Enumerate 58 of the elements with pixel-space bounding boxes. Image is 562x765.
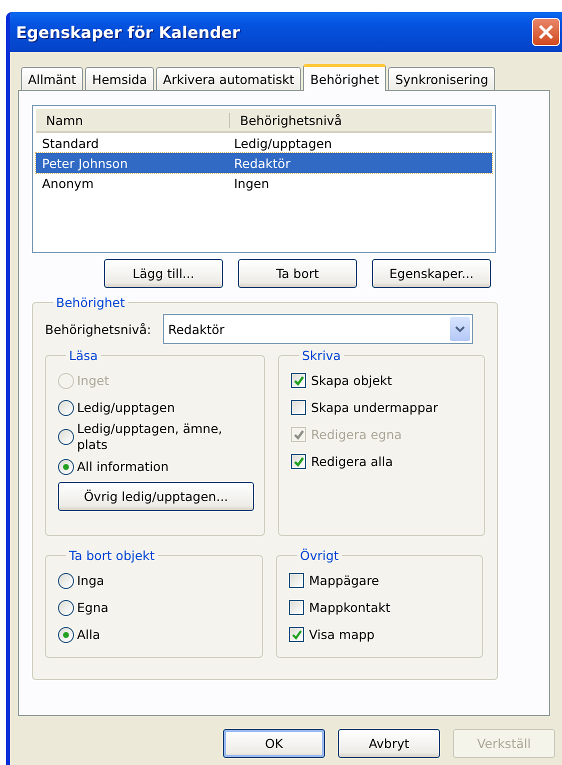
checkbox[interactable]: [291, 373, 306, 388]
checkbox[interactable]: [291, 454, 306, 469]
dialog-button[interactable]: OK: [223, 729, 325, 758]
tab[interactable]: Synkronisering: [388, 67, 496, 90]
column-header[interactable]: Namn: [36, 112, 230, 128]
option-label: Mappkontakt: [309, 600, 390, 616]
radio-button[interactable]: [58, 458, 74, 474]
level-cell-text: Redaktör: [233, 156, 290, 170]
radio-button[interactable]: [58, 400, 74, 416]
close-icon: [537, 23, 555, 41]
level-cell-text: Ledig/upptagen: [233, 136, 332, 150]
free-busy-button[interactable]: Övrig ledig/upptagen...: [58, 482, 254, 511]
name-cell-text: Standard: [41, 136, 100, 150]
radio-button[interactable]: [58, 600, 74, 616]
list-button[interactable]: Ta bort: [238, 259, 357, 288]
option-label: Inga: [77, 572, 104, 588]
tab[interactable]: Hemsida: [85, 67, 154, 90]
option-label: Ledig/upptagen: [77, 400, 175, 416]
option-label: All information: [77, 458, 169, 474]
group-title: Läsa: [68, 348, 99, 363]
group-title: Behörighet: [55, 295, 126, 310]
name-cell-text: Peter Johnson: [41, 156, 129, 170]
list-row[interactable]: Standard Ledig/upptagen: [36, 133, 492, 153]
option-label: Redigera egna: [311, 426, 402, 442]
list-row[interactable]: Anonym Ingen: [36, 173, 492, 193]
option-label: Inget: [77, 372, 110, 388]
tab[interactable]: Allmänt: [21, 67, 84, 90]
field-label: Behörighetsnivå:: [45, 322, 152, 336]
window-title: Egenskaper för Kalender: [16, 22, 241, 42]
column-header[interactable]: Behörighetsnivå: [230, 112, 342, 128]
radio-button[interactable]: [58, 429, 74, 445]
option-label: Egna: [77, 600, 108, 616]
option-label: Ledig/upptagen, ämne, plats: [77, 421, 224, 453]
radio-button[interactable]: [58, 572, 74, 588]
option-label: Skapa undermappar: [311, 400, 438, 416]
option-label: Visa mapp: [309, 626, 375, 642]
option-label: Skapa objekt: [311, 372, 392, 388]
option-label: Redigera alla: [311, 454, 393, 470]
checkbox[interactable]: [289, 600, 304, 615]
level-cell-text: Ingen: [233, 176, 270, 190]
option-label: Alla: [77, 626, 100, 642]
tab[interactable]: Behörighet: [303, 64, 386, 91]
list-button[interactable]: Egenskaper...: [372, 259, 491, 288]
list-row[interactable]: Peter Johnson Redaktör: [36, 153, 492, 173]
dialog-button[interactable]: Avbryt: [338, 729, 440, 758]
checkbox[interactable]: [291, 400, 306, 415]
group-title: Övrigt: [299, 548, 340, 563]
list-button[interactable]: Lägg till...: [104, 259, 223, 288]
group-title: Skriva: [301, 348, 342, 363]
level-dropdown[interactable]: Redaktör: [163, 314, 474, 344]
tab[interactable]: Arkivera automatiskt: [156, 67, 302, 90]
name-cell-text: Anonym: [41, 176, 95, 190]
checkbox[interactable]: [289, 573, 304, 588]
close-button[interactable]: [532, 18, 560, 46]
group-title: Ta bort objekt: [68, 548, 156, 563]
radio-button[interactable]: [58, 626, 74, 642]
option-label: Mappägare: [309, 572, 380, 588]
checkbox[interactable]: [289, 627, 304, 642]
